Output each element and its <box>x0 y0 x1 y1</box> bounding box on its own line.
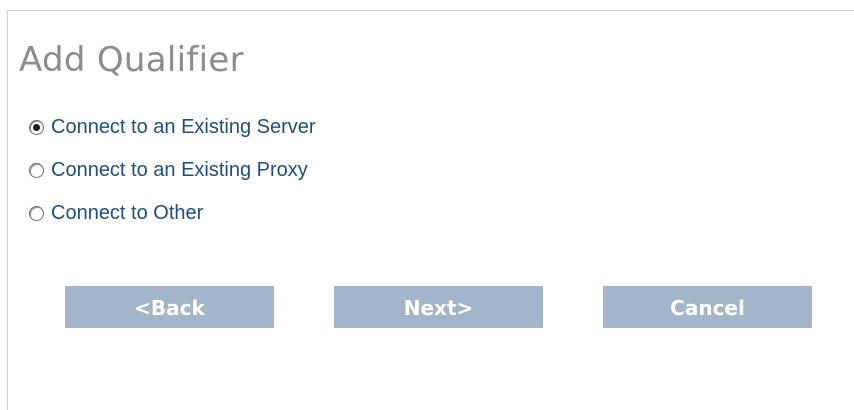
radio-other[interactable] <box>29 205 44 221</box>
connection-type-radio-group: Connect to an Existing Server Connect to… <box>29 113 316 227</box>
dialog-title: Add Qualifier <box>19 40 244 80</box>
radio-existing-proxy[interactable] <box>29 162 44 178</box>
option-existing-proxy[interactable]: Connect to an Existing Proxy <box>29 156 316 184</box>
radio-existing-server[interactable] <box>29 119 44 135</box>
back-button[interactable]: <Back <box>65 286 274 328</box>
option-existing-proxy-label[interactable]: Connect to an Existing Proxy <box>51 158 308 182</box>
option-existing-server[interactable]: Connect to an Existing Server <box>29 113 316 141</box>
option-existing-server-label[interactable]: Connect to an Existing Server <box>51 115 316 139</box>
option-other[interactable]: Connect to Other <box>29 199 316 227</box>
radio-selected-dot <box>33 123 40 131</box>
option-other-label[interactable]: Connect to Other <box>51 201 203 225</box>
cancel-button[interactable]: Cancel <box>603 286 812 328</box>
next-button[interactable]: Next> <box>334 286 543 328</box>
